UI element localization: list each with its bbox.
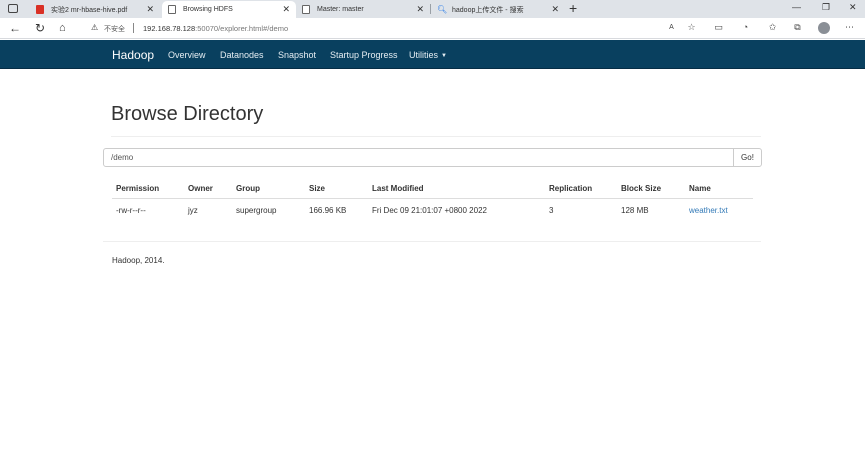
header-permission[interactable]: Permission: [116, 184, 159, 193]
close-icon[interactable]: ✕: [416, 4, 424, 14]
url-host: 192.168.78.128: [143, 24, 196, 33]
table-header-divider: [112, 198, 753, 199]
brand-link[interactable]: Hadoop: [112, 48, 154, 62]
collections-icon[interactable]: ⧉: [792, 22, 803, 33]
favorite-add-icon[interactable]: ☆: [686, 22, 697, 33]
chevron-down-icon: ▼: [441, 52, 447, 59]
cell-replication: 3: [549, 206, 554, 215]
pdf-icon: [36, 5, 44, 14]
split-screen-icon[interactable]: ▭: [713, 22, 724, 33]
url-divider: [133, 23, 134, 33]
go-button[interactable]: Go!: [733, 148, 762, 167]
url-path: :50070/explorer.html#/demo: [195, 24, 289, 33]
home-button[interactable]: ⌂: [59, 21, 66, 35]
profile-avatar[interactable]: [818, 22, 830, 34]
close-icon[interactable]: ✕: [551, 4, 559, 14]
more-icon[interactable]: ⋯: [844, 22, 855, 33]
title-divider: [111, 136, 761, 137]
page-title: Browse Directory: [111, 103, 264, 125]
tab-master[interactable]: Master: master ✕: [296, 1, 430, 18]
extensions-icon[interactable]: ◔: [740, 22, 751, 33]
nav-datanodes[interactable]: Datanodes: [220, 50, 264, 60]
restore-icon[interactable]: ❐: [822, 2, 830, 13]
page-icon: [168, 5, 176, 14]
tab-title: 实验2 mr-hbase-hive.pdf: [51, 6, 128, 14]
window-close-icon[interactable]: ✕: [849, 2, 857, 13]
close-icon[interactable]: ✕: [146, 4, 154, 14]
hadoop-navbar: Hadoop Overview Datanodes Snapshot Start…: [0, 40, 865, 69]
insecure-label[interactable]: 不安全: [104, 24, 125, 34]
header-size[interactable]: Size: [309, 184, 325, 193]
page-icon: [302, 5, 310, 14]
warning-icon[interactable]: ⚠: [91, 23, 98, 32]
back-button[interactable]: ←: [9, 21, 21, 35]
file-link[interactable]: weather.txt: [689, 206, 728, 215]
nav-startup-progress[interactable]: Startup Progress: [330, 50, 398, 60]
nav-snapshot[interactable]: Snapshot: [278, 50, 316, 60]
header-block-size[interactable]: Block Size: [621, 184, 661, 193]
tab-browsing-hdfs[interactable]: Browsing HDFS ✕: [162, 1, 296, 18]
header-owner[interactable]: Owner: [188, 184, 213, 193]
header-group[interactable]: Group: [236, 184, 260, 193]
browser-tab-strip: 实验2 mr-hbase-hive.pdf ✕ Browsing HDFS ✕ …: [0, 0, 865, 18]
cell-owner: jyz: [188, 206, 198, 215]
minimize-icon[interactable]: —: [792, 2, 801, 12]
tab-title: Browsing HDFS: [183, 6, 233, 13]
footer-text: Hadoop, 2014.: [112, 256, 165, 265]
tab-title: hadoop上传文件 - 搜索: [452, 6, 524, 14]
favorites-icon[interactable]: ✩: [767, 22, 778, 33]
address-bar-row: ← ↻ ⌂ ⚠ 不安全 192.168.78.128:50070/explore…: [0, 18, 865, 39]
header-replication[interactable]: Replication: [549, 184, 592, 193]
cell-permission: -rw-r--r--: [116, 206, 146, 215]
new-tab-button[interactable]: +: [569, 0, 577, 17]
directory-input[interactable]: [103, 148, 734, 167]
refresh-button[interactable]: ↻: [35, 21, 45, 35]
tab-actions-icon[interactable]: [8, 4, 18, 13]
nav-utilities[interactable]: Utilities ▼: [409, 50, 447, 60]
nav-overview[interactable]: Overview: [168, 50, 206, 60]
nav-utilities-label: Utilities: [409, 50, 439, 60]
url-field[interactable]: 192.168.78.128:50070/explorer.html#/demo: [143, 24, 288, 33]
tab-title: Master: master: [317, 6, 364, 13]
footer-divider: [103, 241, 761, 242]
header-name[interactable]: Name: [689, 184, 711, 193]
cell-last-modified: Fri Dec 09 21:01:07 +0800 2022: [372, 206, 487, 215]
read-aloud-icon[interactable]: A: [666, 22, 677, 33]
cell-block-size: 128 MB: [621, 206, 649, 215]
search-icon: 🔍︎: [437, 5, 448, 14]
tab-search[interactable]: 🔍︎ hadoop上传文件 - 搜索 ✕: [431, 1, 565, 18]
tab-pdf[interactable]: 实验2 mr-hbase-hive.pdf ✕: [30, 1, 160, 18]
cell-size: 166.96 KB: [309, 206, 347, 215]
cell-group: supergroup: [236, 206, 277, 215]
close-icon[interactable]: ✕: [282, 4, 290, 14]
header-last-modified[interactable]: Last Modified: [372, 184, 424, 193]
